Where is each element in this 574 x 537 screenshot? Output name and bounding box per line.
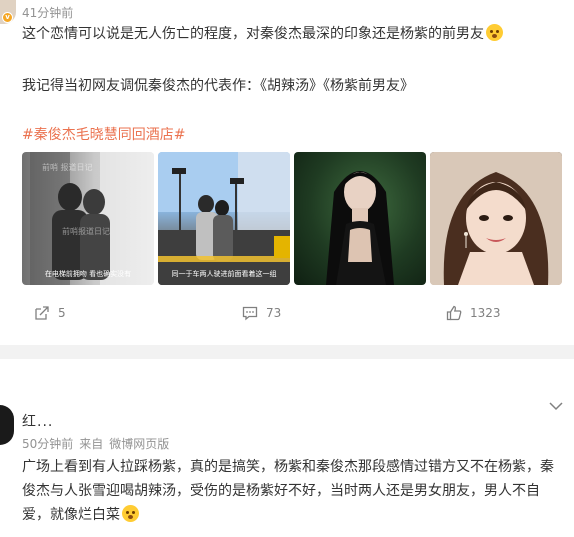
weibo-post-2: 红... 50分钟前 来自 微博网页版 广场上看到有人拉踩杨紫，真的是搞笑，杨紫和秦… (0, 359, 574, 537)
photo-thumbnail-1[interactable]: 前哨 报道日记 前哨报道日记 在电梯前拥吻 看也确实没有 (22, 152, 154, 285)
post-text-line-2: 我记得当初网友调侃秦俊杰的代表作：《胡辣汤》《杨紫前男友》 (22, 78, 414, 94)
verified-badge-icon: v (2, 12, 13, 23)
post-separator (0, 345, 574, 359)
photo-thumbnail-3[interactable] (294, 152, 426, 285)
comment-icon (242, 305, 258, 321)
post-meta: 50分钟前 来自 微博网页版 (22, 435, 175, 452)
photo-woman-dark-icon (326, 171, 394, 285)
chevron-down-icon[interactable] (548, 401, 564, 411)
photo-thumbnail-4[interactable] (430, 152, 562, 285)
post-text-line-1: 这个恋情可以说是无人伤亡的程度，对秦俊杰最深的印象还是杨紫的前男友 (22, 26, 484, 42)
post-text: 广场上看到有人拉踩杨紫，真的是搞笑，杨紫和秦俊杰那段感情过错方又不在杨紫，秦俊杰… (22, 455, 562, 527)
post-action-bar: 5 73 1323 (0, 305, 574, 329)
thumbs-up-icon (446, 305, 462, 321)
author-name[interactable]: 红... (22, 411, 53, 431)
post-text: 这个恋情可以说是无人伤亡的程度，对秦俊杰最深的印象还是杨紫的前男友 (22, 24, 562, 44)
comment-count: 73 (266, 306, 282, 320)
hashtag-link[interactable]: #秦俊杰毛晓慧同回酒店# (22, 124, 185, 144)
comment-button[interactable]: 73 (242, 305, 281, 321)
author-avatar[interactable] (0, 405, 14, 445)
photo-woman-smile-icon (430, 152, 562, 285)
photo-couple-street-icon: 前哨 报道日记 前哨报道日记 (30, 152, 154, 285)
post-time[interactable]: 41分钟前 (22, 4, 73, 21)
photo-thumbnail-2[interactable]: 同一于车两人驶进前面看着这一组 (158, 152, 290, 285)
photo-couple-car-icon (158, 152, 290, 285)
author-avatar[interactable]: v (0, 0, 16, 24)
photo-caption-1: 在电梯前拥吻 看也确实没有 (44, 270, 132, 278)
svg-text:前哨报道日记: 前哨报道日记 (62, 226, 110, 236)
like-button[interactable]: 1323 (446, 305, 501, 321)
post-text-body: 广场上看到有人拉踩杨紫，真的是搞笑，杨紫和秦俊杰那段感情过错方又不在杨紫，秦俊杰… (22, 459, 554, 523)
share-count: 5 (58, 306, 66, 320)
share-icon (34, 305, 50, 321)
photo-caption-2: 同一于车两人驶进前面看着这一组 (171, 270, 277, 278)
like-count: 1323 (470, 306, 501, 320)
post-source: 微博网页版 (109, 437, 170, 451)
svg-text:前哨 报道日记: 前哨 报道日记 (42, 162, 93, 172)
share-button[interactable]: 5 (34, 305, 66, 321)
photo-grid: 前哨 报道日记 前哨报道日记 在电梯前拥吻 看也确实没有 同一于车两人驶进前面看… (22, 152, 562, 285)
surprised-emoji-icon (486, 24, 503, 41)
weibo-post-1: v 41分钟前 这个恋情可以说是无人伤亡的程度，对秦俊杰最深的印象还是杨紫的前男… (0, 0, 574, 345)
post-time[interactable]: 50分钟前 (22, 437, 73, 451)
shy-emoji-icon (122, 505, 139, 522)
source-prefix: 来自 (79, 437, 104, 451)
